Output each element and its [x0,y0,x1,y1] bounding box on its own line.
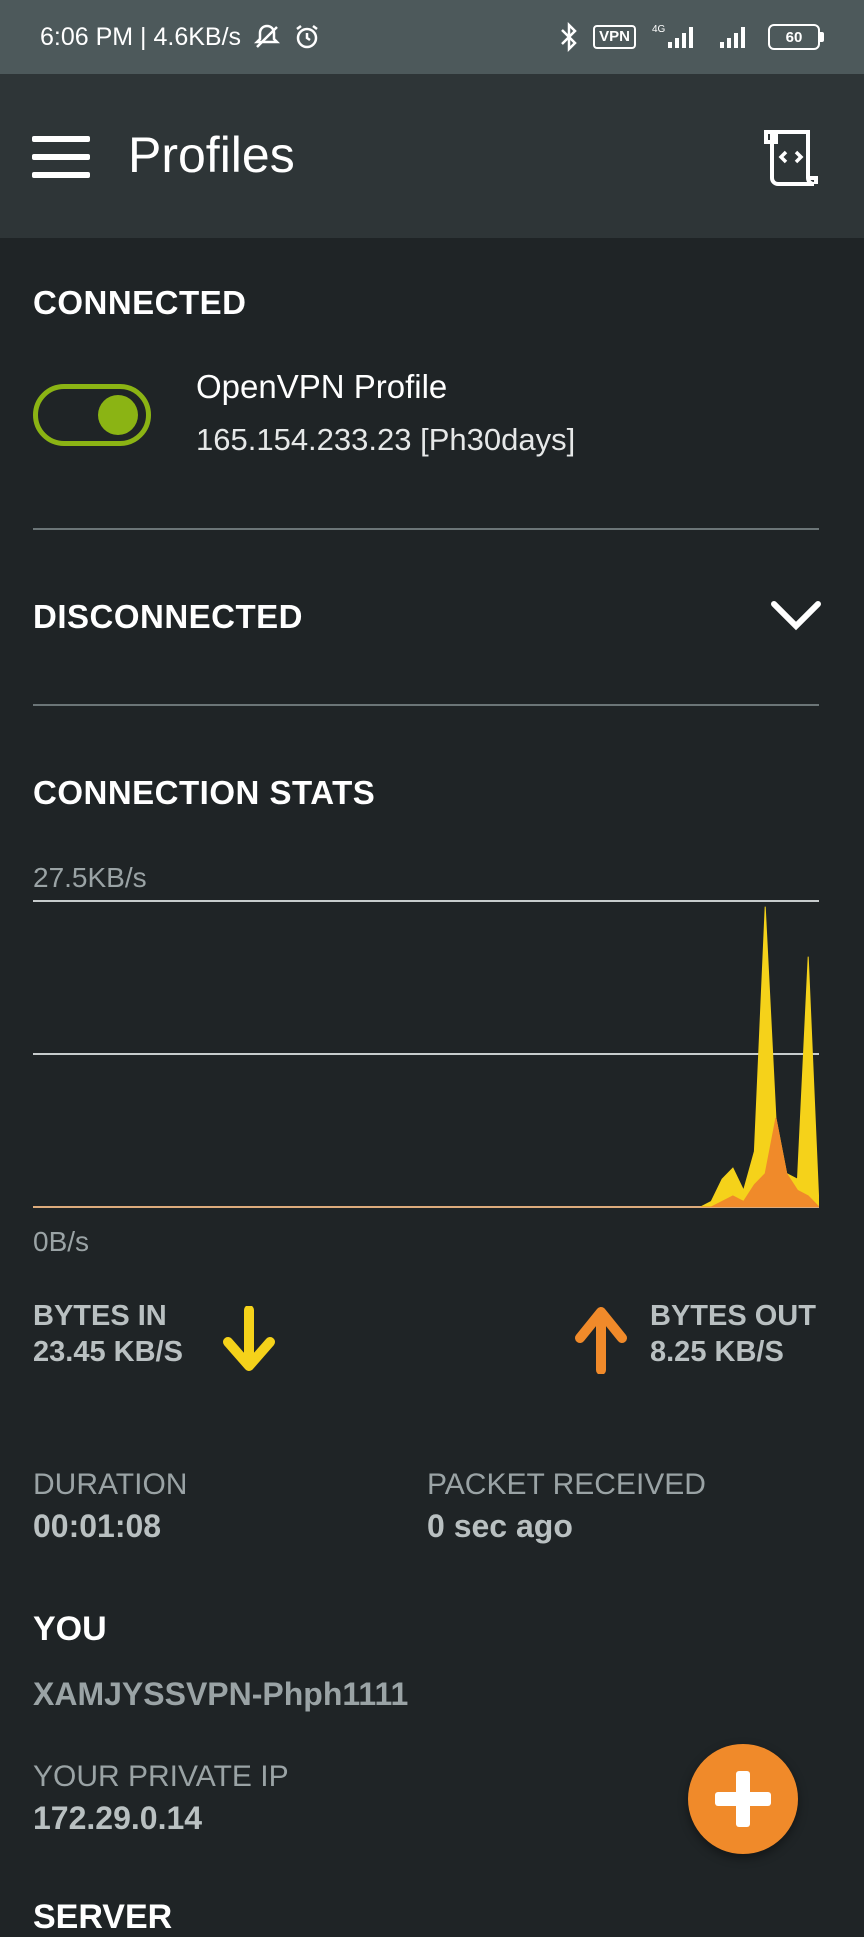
duration-value: 00:01:08 [33,1508,162,1544]
status-time-speed: 6:06 PM | 4.6KB/s [40,22,242,51]
divider [33,704,819,706]
signal-4g-icon: 4G [648,22,704,52]
private-ip-value: 172.29.0.14 [33,1800,203,1836]
arrow-up-icon [574,1304,628,1379]
chart-max-label: 27.5KB/s [33,862,147,893]
bytes-in-label: BYTES IN [33,1300,167,1332]
duration-label: DURATION [33,1468,188,1501]
bytes-out-value: 8.25 KB/S [650,1336,784,1368]
bytes-out-area [33,1117,819,1208]
battery-icon: 60 [768,24,824,50]
bytes-in-area [33,906,819,1208]
bytes-out-label: BYTES OUT [650,1300,816,1332]
battery-level: 60 [768,24,820,50]
bytes-in-value: 23.45 KB/S [33,1336,183,1368]
signal-icon [716,22,756,52]
server-heading: SERVER [33,1898,173,1936]
chart-min-label: 0B/s [33,1226,90,1257]
chevron-down-icon[interactable] [770,598,822,632]
log-scroll-icon[interactable] [762,128,820,188]
network-type-label: 4G [652,24,666,35]
vpn-toggle[interactable] [33,384,151,446]
profile-name[interactable]: OpenVPN Profile [196,368,447,406]
vpn-badge: VPN [593,25,636,49]
page-title: Profiles [128,127,295,183]
arrow-down-icon [222,1305,276,1379]
bluetooth-icon [557,22,581,52]
bell-muted-icon [253,23,281,51]
toggle-knob [98,395,138,435]
you-heading: YOU [33,1610,107,1648]
alarm-icon [293,23,321,51]
add-profile-button[interactable] [688,1744,798,1854]
profile-ip: 165.154.233.23 [Ph30days] [196,422,576,457]
status-bar: 6:06 PM | 4.6KB/s VPN 4G 60 [0,0,864,74]
divider [33,528,819,530]
private-ip-label: YOUR PRIVATE IP [33,1760,289,1793]
connected-heading: CONNECTED [33,284,247,321]
menu-icon[interactable] [32,136,90,178]
disconnected-heading[interactable]: DISCONNECTED [33,598,303,636]
packet-received-label: PACKET RECEIVED [427,1468,706,1501]
packet-received-value: 0 sec ago [427,1508,573,1544]
you-name: XAMJYSSVPN-Phph1111 [33,1676,409,1712]
app-bar: Profiles [0,74,864,238]
connection-stats-heading: CONNECTION STATS [33,774,376,811]
traffic-chart [33,900,819,1208]
